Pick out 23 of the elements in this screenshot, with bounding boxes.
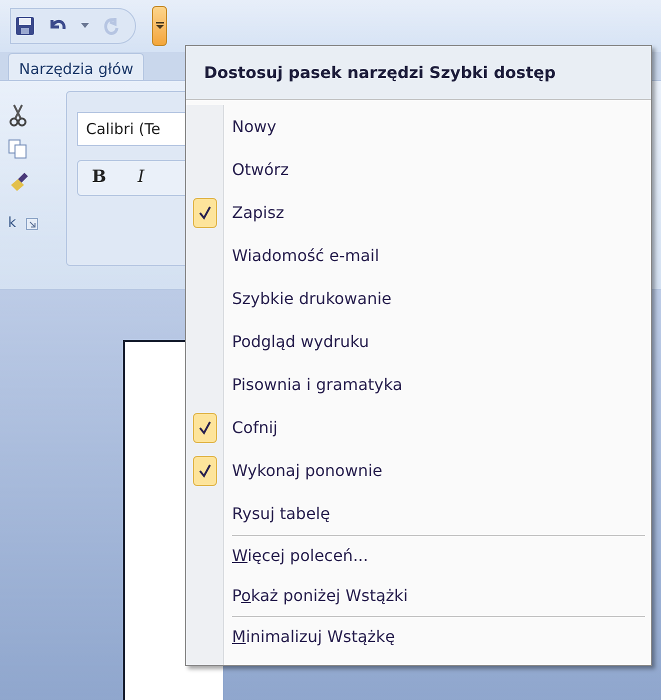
- menu-item[interactable]: Szybkie drukowanie: [186, 277, 651, 320]
- italic-button[interactable]: I: [120, 161, 162, 195]
- menu-item[interactable]: Otwórz: [186, 148, 651, 191]
- caret-icon: [156, 22, 164, 30]
- caret-icon[interactable]: [81, 23, 89, 29]
- dialog-launcher-icon[interactable]: [26, 218, 38, 230]
- menu-item[interactable]: Więcej poleceń...: [186, 536, 651, 576]
- menu-item[interactable]: Wykonaj ponownie: [186, 449, 651, 492]
- menu-item[interactable]: Cofnij: [186, 406, 651, 449]
- menu-item[interactable]: Podgląd wydruku: [186, 320, 651, 363]
- menu-item[interactable]: Rysuj tabelę: [186, 492, 651, 535]
- copy-icon[interactable]: [8, 139, 28, 159]
- scissors-icon[interactable]: [8, 103, 28, 127]
- bold-button[interactable]: B: [78, 161, 120, 195]
- menu-header: Dostosuj pasek narzędzi Szybki dostęp: [186, 46, 651, 100]
- menu-item[interactable]: Wiadomość e-mail: [186, 234, 651, 277]
- menu-item[interactable]: Minimalizuj Wstążkę: [186, 617, 651, 657]
- group-label: k: [8, 214, 16, 233]
- ribbon-tab[interactable]: Narzędzia głów: [8, 52, 144, 80]
- menu-item[interactable]: Zapisz: [186, 191, 651, 234]
- menu-item[interactable]: Pokaż poniżej Wstążki: [186, 576, 651, 616]
- customize-toolbar-button[interactable]: [152, 6, 167, 46]
- menu-item[interactable]: Pisownia i gramatyka: [186, 363, 651, 406]
